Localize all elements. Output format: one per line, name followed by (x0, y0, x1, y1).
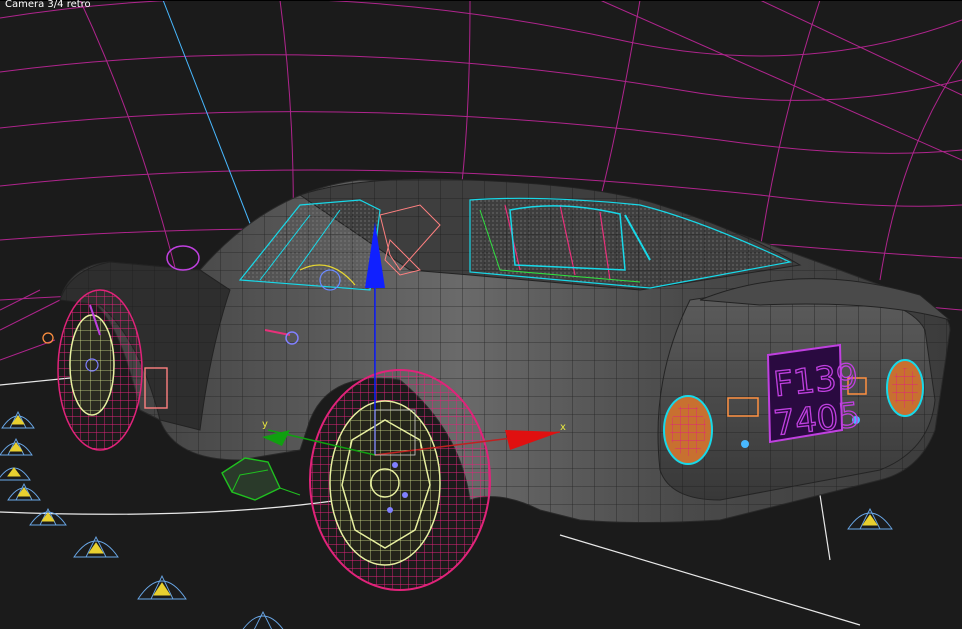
front-wheel[interactable] (57, 289, 143, 451)
viewport-scene[interactable]: F139 7405 y x (0, 0, 962, 629)
selected-object-box[interactable] (221, 457, 301, 501)
rear-wheel[interactable] (309, 369, 491, 591)
3d-viewport[interactable]: F139 7405 y x Camera 3/4 retro (0, 0, 962, 629)
gizmo-axis-y-label: y (262, 419, 268, 430)
gizmo-axis-x-label: x (560, 422, 566, 433)
car-windows (238, 197, 792, 291)
viewport-camera-label[interactable]: Camera 3/4 retro (5, 0, 91, 10)
viewport-border (0, 0, 962, 1)
license-plate: F139 7405 (766, 343, 863, 445)
camera-target-line (162, 0, 266, 263)
